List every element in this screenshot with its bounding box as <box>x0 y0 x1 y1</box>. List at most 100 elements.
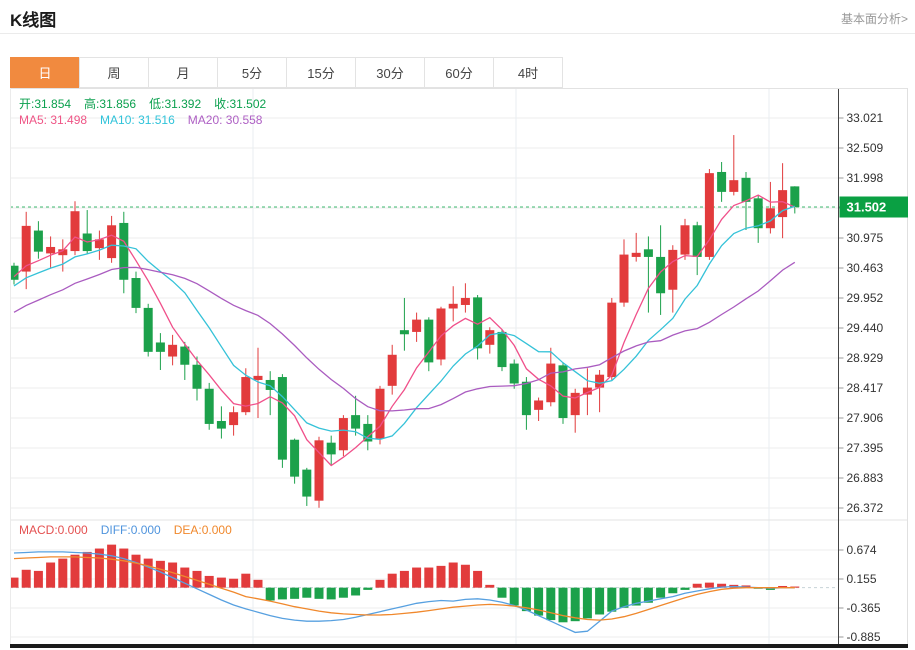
macd-histogram-bar <box>34 571 43 588</box>
macd-axis-label: -0.885 <box>847 630 881 644</box>
price-axis-label: 31.998 <box>847 171 884 185</box>
candle-body <box>388 355 397 386</box>
macd-histogram-bar <box>449 563 458 588</box>
candle-body <box>254 376 263 380</box>
fundamental-analysis-link[interactable]: 基本面分析> <box>841 10 908 27</box>
page-title: K线图 <box>10 6 56 31</box>
candle-body <box>351 415 360 428</box>
macd-histogram-bar <box>156 561 165 588</box>
macd-histogram-bar <box>363 588 372 590</box>
candle-body <box>449 304 458 309</box>
candle-body <box>302 470 311 497</box>
macd-histogram-bar <box>229 579 238 588</box>
candle-body <box>742 178 751 202</box>
macd-histogram-bar <box>58 559 67 588</box>
macd-histogram-bar <box>254 580 263 588</box>
candle-body <box>656 257 665 293</box>
macd-histogram-bar <box>278 588 287 600</box>
header-divider <box>0 33 915 34</box>
kline-chart-svg[interactable]: 33.02132.50931.99830.97530.46329.95229.4… <box>10 88 908 648</box>
macd-histogram-bar <box>71 555 80 588</box>
tab-day[interactable]: 日 <box>10 57 80 88</box>
candle-body <box>522 382 531 415</box>
kline-page: K线图 基本面分析> 日 周 月 5分 15分 30分 60分 4时 33.02… <box>0 0 915 650</box>
tab-15min[interactable]: 15分 <box>286 57 356 88</box>
macd-histogram-bar <box>412 568 421 588</box>
candle-body <box>132 278 141 308</box>
price-axis-label: 28.417 <box>847 381 884 395</box>
macd-histogram-bar <box>351 588 360 596</box>
macd-histogram-bar <box>620 588 629 608</box>
candle-body <box>168 345 177 357</box>
candle-body <box>217 421 226 429</box>
macd-histogram-bar <box>241 574 250 588</box>
macd-axis-label: -0.365 <box>847 601 881 615</box>
candle-body <box>546 364 555 403</box>
candle-body <box>10 266 19 280</box>
chart-bottom-bar <box>10 644 908 648</box>
tab-month[interactable]: 月 <box>148 57 218 88</box>
macd-histogram-bar <box>376 580 385 588</box>
candle-body <box>412 320 421 332</box>
candle-body <box>241 377 250 412</box>
tab-30min[interactable]: 30分 <box>355 57 425 88</box>
macd-histogram-bar <box>498 588 507 598</box>
price-axis-label: 29.952 <box>847 291 884 305</box>
tab-5min[interactable]: 5分 <box>217 57 287 88</box>
candle-body <box>229 412 238 425</box>
macd-histogram-bar <box>132 555 141 588</box>
macd-histogram-bar <box>437 566 446 588</box>
macd-histogram-bar <box>705 583 714 588</box>
candle-body <box>193 365 202 389</box>
kline-chart[interactable]: 33.02132.50931.99830.97530.46329.95229.4… <box>10 88 908 648</box>
price-axis-label: 33.021 <box>847 111 884 125</box>
candle-body <box>729 180 738 192</box>
macd-histogram-bar <box>10 578 19 588</box>
price-axis-label: 27.906 <box>847 411 884 425</box>
candle-body <box>71 211 80 251</box>
candle-body <box>400 330 409 334</box>
price-axis-label: 26.372 <box>847 501 884 515</box>
macd-histogram-bar <box>168 563 177 588</box>
candle-body <box>620 255 629 303</box>
price-axis-label: 29.440 <box>847 321 884 335</box>
candle-body <box>717 172 726 192</box>
macd-histogram-bar <box>388 574 397 588</box>
candle-body <box>595 375 604 388</box>
macd-histogram-bar <box>266 588 275 601</box>
macd-histogram-bar <box>424 568 433 588</box>
macd-histogram-bar <box>559 588 568 623</box>
candle-body <box>376 389 385 439</box>
macd-histogram-bar <box>290 588 299 599</box>
macd-histogram-bar <box>217 578 226 588</box>
candle-body <box>644 249 653 257</box>
macd-histogram-bar <box>119 549 128 588</box>
macd-axis-label: 0.155 <box>847 572 877 586</box>
candle-body <box>632 253 641 257</box>
candle-body <box>681 225 690 254</box>
tab-4hour[interactable]: 4时 <box>493 57 563 88</box>
price-axis-label: 28.929 <box>847 351 884 365</box>
macd-histogram-bar <box>302 588 311 598</box>
macd-histogram-bar <box>546 588 555 620</box>
macd-histogram-bar <box>400 571 409 588</box>
macd-histogram-bar <box>693 584 702 588</box>
candle-body <box>156 342 165 351</box>
candle-body <box>34 231 43 252</box>
macd-histogram-bar <box>534 588 543 616</box>
candle-body <box>107 225 116 258</box>
macd-histogram-bar <box>583 588 592 619</box>
macd-histogram-bar <box>485 585 494 588</box>
macd-histogram-bar <box>327 588 336 600</box>
candle-body <box>119 223 128 280</box>
candle-body <box>46 247 55 253</box>
macd-histogram-bar <box>473 571 482 588</box>
candle-body <box>339 418 348 450</box>
macd-histogram-bar <box>107 545 116 588</box>
dea-line <box>14 557 795 620</box>
candle-body <box>498 332 507 367</box>
tab-60min[interactable]: 60分 <box>424 57 494 88</box>
macd-histogram-bar <box>656 588 665 598</box>
tab-week[interactable]: 周 <box>79 57 149 88</box>
candle-body <box>534 400 543 409</box>
